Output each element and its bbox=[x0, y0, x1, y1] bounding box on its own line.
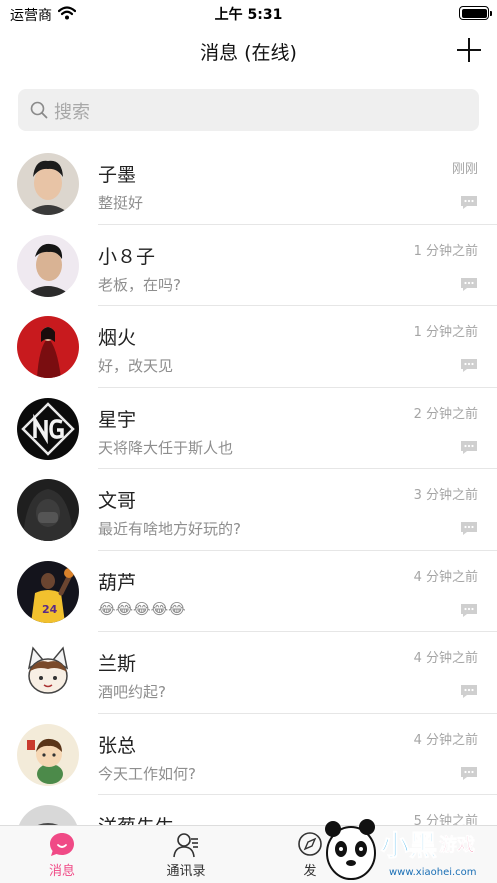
conversation-row[interactable]: 烟火 好，改天见 1 分钟之前 bbox=[0, 306, 497, 388]
message-time: 4 分钟之前 bbox=[413, 569, 478, 585]
svg-text:游戏: 游戏 bbox=[439, 834, 475, 856]
contact-name: 烟火 bbox=[98, 327, 137, 349]
avatar bbox=[17, 805, 79, 825]
battery-icon bbox=[459, 6, 492, 20]
svg-text:小黑: 小黑 bbox=[381, 829, 437, 862]
message-icon bbox=[461, 440, 477, 454]
contact-name: 文哥 bbox=[98, 490, 137, 512]
last-message: 老板，在吗? bbox=[98, 275, 181, 294]
contact-name: 星宇 bbox=[98, 408, 137, 431]
contact-name: 兰斯 bbox=[98, 653, 137, 675]
conversation-row[interactable]: 张总 今天工作如何? 4 分钟之前 bbox=[0, 714, 497, 795]
message-icon bbox=[461, 277, 477, 291]
message-time: 4 分钟之前 bbox=[413, 732, 478, 748]
message-time: 3 分钟之前 bbox=[413, 488, 478, 503]
tab-contacts[interactable]: 通讯录 bbox=[124, 826, 248, 883]
page-title: 消息 (在线) bbox=[200, 42, 297, 64]
conversation-list[interactable]: 子墨 整挺好 刚刚 小８子 老板，在吗? 1 分钟之前 烟火 好，改天见 1 分… bbox=[0, 143, 497, 825]
last-message: 整挺好 bbox=[98, 194, 144, 212]
status-bar: 运营商 上午 5:31 bbox=[0, 0, 497, 28]
avatar bbox=[17, 397, 79, 460]
contact-name: 小８子 bbox=[98, 245, 156, 268]
message-icon bbox=[461, 196, 477, 209]
search-input[interactable]: 搜索 bbox=[18, 89, 479, 131]
svg-text:24: 24 bbox=[42, 603, 58, 616]
message-icon bbox=[461, 522, 477, 535]
message-icon bbox=[461, 766, 477, 780]
last-message: 好，改天见 bbox=[98, 357, 174, 375]
last-message: 😂😂😂😂😂 bbox=[98, 599, 186, 618]
message-icon bbox=[461, 359, 477, 372]
conversation-row[interactable]: 小８子 老板，在吗? 1 分钟之前 bbox=[0, 225, 497, 306]
last-message: 今天工作如何? bbox=[98, 764, 196, 783]
conversation-row[interactable]: 兰斯 酒吧约起? 4 分钟之前 bbox=[0, 632, 497, 714]
battery-fill bbox=[461, 8, 487, 18]
last-message: 天将降大任于斯人也 bbox=[98, 438, 234, 457]
message-time: 2 分钟之前 bbox=[413, 406, 478, 422]
tab-messages[interactable]: 消息 bbox=[0, 826, 124, 883]
add-button[interactable] bbox=[455, 36, 483, 64]
avatar bbox=[17, 723, 79, 786]
contact-name: 洋葱先生 bbox=[98, 812, 174, 825]
avatar bbox=[17, 479, 79, 541]
chat-bubble-icon bbox=[50, 833, 74, 856]
avatar bbox=[17, 316, 79, 378]
tab-label: 通讯录 bbox=[166, 864, 206, 879]
discover-icon bbox=[298, 832, 322, 856]
avatar bbox=[17, 234, 79, 297]
search-placeholder: 搜索 bbox=[54, 102, 90, 123]
contact-name: 张总 bbox=[98, 734, 137, 757]
avatar bbox=[17, 642, 79, 704]
message-icon bbox=[461, 685, 477, 698]
contact-name: 子墨 bbox=[98, 164, 137, 186]
last-message: 酒吧约起? bbox=[98, 683, 166, 701]
conversation-row[interactable]: 文哥 最近有啥地方好玩的? 3 分钟之前 bbox=[0, 469, 497, 551]
tab-label: 消息 bbox=[48, 864, 75, 879]
search-icon bbox=[30, 101, 48, 119]
message-icon bbox=[461, 603, 477, 617]
svg-text:www.xiaohei.com: www.xiaohei.com bbox=[389, 867, 477, 878]
conversation-row[interactable]: 星宇 天将降大任于斯人也 2 分钟之前 bbox=[0, 388, 497, 469]
message-time: 4 分钟之前 bbox=[413, 651, 478, 666]
conversation-row[interactable]: 24 葫芦 😂😂😂😂😂 4 分钟之前 bbox=[0, 551, 497, 632]
message-time: 1 分钟之前 bbox=[413, 243, 478, 259]
nav-bar: 消息 (在线) bbox=[0, 28, 497, 76]
status-time: 上午 5:31 bbox=[214, 7, 283, 23]
message-time: 刚刚 bbox=[451, 162, 478, 177]
avatar bbox=[17, 153, 79, 215]
watermark-logo: 小黑 游戏 www.xiaohei.com bbox=[325, 819, 477, 880]
last-message: 最近有啥地方好玩的? bbox=[98, 520, 241, 538]
contacts-icon bbox=[173, 833, 198, 858]
avatar: 24 bbox=[17, 560, 79, 623]
conversation-row[interactable]: 子墨 整挺好 刚刚 bbox=[0, 143, 497, 225]
contact-name: 葫芦 bbox=[98, 571, 137, 594]
message-time: 1 分钟之前 bbox=[413, 325, 478, 340]
